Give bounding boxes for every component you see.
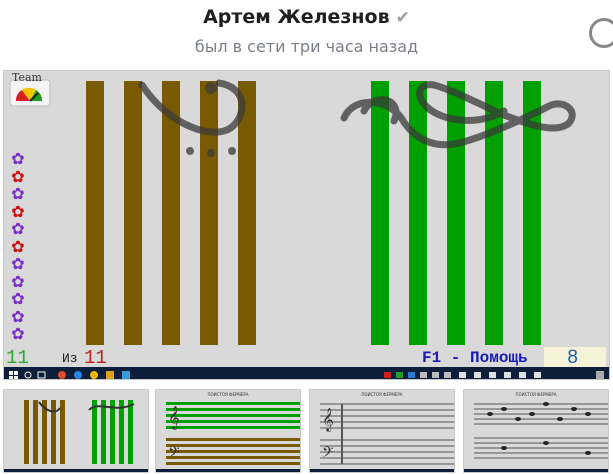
- thumbnail-2[interactable]: 𝄞 𝄢 ПОИСТОЯ ФЕРМЕРА: [155, 389, 301, 473]
- task-view-icon: [37, 371, 46, 379]
- thumbnail-2-preview: 𝄞 𝄢: [156, 390, 300, 472]
- app-icon: [58, 371, 66, 379]
- svg-text:𝄞: 𝄞: [322, 407, 334, 432]
- folder-icon: [106, 371, 114, 379]
- app-icon: [90, 371, 98, 379]
- profile-name[interactable]: Артем Железнов: [203, 6, 390, 28]
- left-staff-bars: [86, 81, 256, 345]
- score-value: 11: [6, 347, 29, 369]
- tray-icon: [384, 372, 391, 378]
- left-bar-2: [124, 81, 142, 345]
- flower-icon: ✿: [11, 149, 25, 168]
- svg-text:𝄢: 𝄢: [168, 444, 180, 465]
- tray-icon: [519, 372, 526, 378]
- app-icon: [122, 371, 130, 379]
- thumbnail-3[interactable]: 𝄞 𝄢 ПОИСТОЯ ФЕРМЕРА: [309, 389, 455, 473]
- thumbnail-4-preview: [464, 390, 608, 472]
- flower-icon: ✿: [11, 184, 25, 203]
- thumbnail-title: ПОИСТОЯ ФЕРМЕРА: [361, 392, 403, 397]
- team-label: Team: [12, 71, 42, 84]
- level-value: 8: [567, 347, 578, 368]
- main-screenshot[interactable]: Team ✿ ✿ ✿ ✿ ✿ ✿ ✿ ✿ ✿ ✿ ✿ 11 Из 11 F1 -…: [3, 70, 610, 380]
- tray-icon: [444, 372, 451, 378]
- windows-start-icon: [9, 371, 18, 379]
- more-options-icon[interactable]: [589, 18, 613, 48]
- left-bar-4: [200, 81, 218, 345]
- tray-icon: [420, 372, 427, 378]
- tray-icon: [534, 372, 541, 378]
- thumbnail-3-preview: 𝄞 𝄢: [310, 390, 454, 472]
- profile-header: Артем Железнов ✔ был в сети три часа наза…: [0, 0, 613, 70]
- help-hint[interactable]: F1 - Помощь: [422, 349, 528, 367]
- notification-icon: [596, 371, 604, 379]
- level-box: 8: [544, 347, 606, 368]
- right-bar-1: [371, 81, 389, 345]
- thumbnail-4[interactable]: ПОИСТОЯ ФЕРМЕРА: [463, 389, 609, 473]
- flower-icon: ✿: [11, 289, 25, 308]
- game-window: Team ✿ ✿ ✿ ✿ ✿ ✿ ✿ ✿ ✿ ✿ ✿ 11 Из 11 F1 -…: [4, 71, 609, 369]
- flower-icon: ✿: [11, 324, 25, 343]
- flower-icon: ✿: [11, 254, 25, 273]
- tray-icon: [396, 372, 403, 378]
- thumbnail-1-preview: [4, 390, 148, 472]
- windows-taskbar: [4, 367, 609, 379]
- total-value: 11: [84, 347, 107, 369]
- thumbnail-title: ПОИСТОЯ ФЕРМЕРА: [515, 392, 557, 397]
- profile-name-row: Артем Железнов ✔: [0, 6, 613, 28]
- last-seen-status: был в сети три часа назад: [194, 37, 419, 56]
- flower-icon: ✿: [11, 306, 25, 326]
- tray-icon: [474, 372, 481, 378]
- photo-viewer: Артем Железнов ✔ был в сети три часа наза…: [0, 0, 613, 474]
- flower-icon: ✿: [11, 271, 25, 291]
- app-icon: [74, 371, 82, 379]
- thumbnail-title: ПОИСТОЯ ФЕРМЕРА: [207, 392, 249, 397]
- flower-icon: ✿: [11, 236, 25, 256]
- tray-icon: [459, 372, 466, 378]
- tray-icon: [432, 372, 439, 378]
- svg-text:𝄢: 𝄢: [322, 444, 334, 465]
- check-icon: ✔: [395, 8, 410, 28]
- flower-icon: ✿: [11, 201, 25, 221]
- of-label: Из: [62, 351, 78, 366]
- game-canvas: [9, 79, 576, 345]
- thumbnail-1[interactable]: [3, 389, 149, 473]
- taskbar-icons: [9, 371, 604, 379]
- tray-icon: [504, 372, 511, 378]
- svg-text:𝄞: 𝄞: [168, 405, 180, 430]
- flower-icon: ✿: [11, 219, 25, 238]
- game-status-bar: 11 Из 11 F1 - Помощь 8: [4, 347, 609, 369]
- tray-icon: [408, 372, 415, 378]
- flower-icon: ✿: [11, 166, 25, 186]
- left-bar-1: [86, 81, 104, 345]
- right-bar-2: [409, 81, 427, 345]
- search-icon: [24, 371, 32, 379]
- bass-clef-icon: [138, 79, 246, 157]
- tray-icon: [489, 372, 496, 378]
- flower-stack: ✿ ✿ ✿ ✿ ✿ ✿ ✿ ✿ ✿ ✿ ✿: [10, 151, 28, 344]
